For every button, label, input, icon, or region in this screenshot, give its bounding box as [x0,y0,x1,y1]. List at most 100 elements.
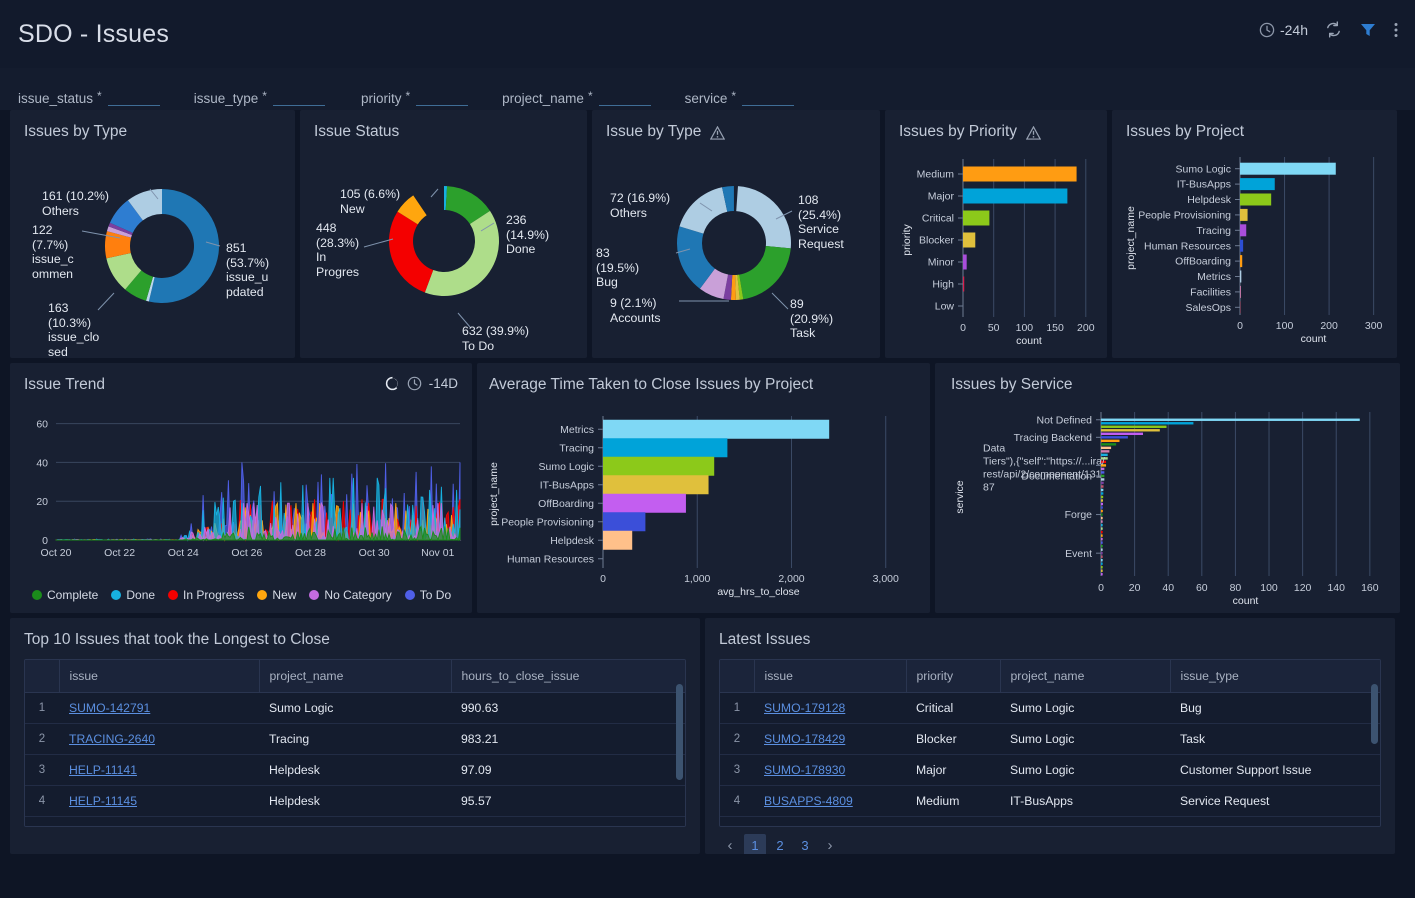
svg-text:Medium: Medium [917,169,955,181]
filter-issue-status[interactable]: issue_status * [18,76,160,106]
filter-service[interactable]: service * [685,76,794,106]
pagination-page-3[interactable]: 3 [794,834,816,854]
barchart-avg-time-to-close[interactable]: 01,0002,0003,000MetricsTracingSumo Logic… [477,394,930,613]
warning-icon[interactable] [710,126,725,140]
cell-issue[interactable]: HELP-11141 [59,755,259,786]
col-issue-type[interactable]: issue_type [1170,660,1380,693]
col-index[interactable] [720,660,754,693]
cell-issue[interactable]: SUMO-178429 [754,724,906,755]
filter-input-issue-type[interactable] [273,88,325,106]
issue-link[interactable]: HELP-11141 [69,763,137,777]
areachart-issue-trend[interactable]: 0204060Oct 20Oct 22Oct 24Oct 26Oct 28Oct… [10,394,472,610]
svg-text:Oct 22: Oct 22 [104,547,135,559]
cell-hours-to-close: 983.21 [451,724,685,755]
more-vertical-icon[interactable] [1393,21,1399,39]
issue-link[interactable]: SUMO-178429 [764,732,845,746]
svg-text:Oct 24: Oct 24 [168,547,199,559]
svg-text:Tiers"),{"self":"https://...ir: Tiers"),{"self":"https://...ira/ [983,455,1105,467]
svg-text:Tracing: Tracing [559,442,594,454]
pagination-page-1[interactable]: 1 [744,834,766,854]
filter-project-name[interactable]: project_name * [502,76,650,106]
table-row[interactable]: 2SUMO-178429BlockerSumo LogicTask [720,724,1380,755]
table-row[interactable]: 5SUMO-178609MajorSumo LogicBug [720,817,1380,828]
cell-issue[interactable]: BUSAPPS-4809 [754,786,906,817]
col-project-name[interactable]: project_name [259,660,451,693]
legend-color-dot [168,590,178,600]
cell-project-name: Sumo Logic [1000,755,1170,786]
svg-text:120: 120 [1294,582,1312,594]
col-priority[interactable]: priority [906,660,1000,693]
table-row[interactable]: 4BUSAPPS-4809MediumIT-BusAppsService Req… [720,786,1380,817]
warning-icon[interactable] [1026,126,1041,140]
barchart-issues-by-project[interactable]: 0100200300Sumo LogicIT-BusAppsHelpdeskPe… [1112,141,1397,358]
filter-icon[interactable] [1359,21,1377,39]
cell-issue[interactable]: SUMO-142791 [59,693,259,724]
barchart-issues-by-service[interactable]: 020406080100120140160Not DefinedTracing … [935,394,1400,613]
donut-issue-by-type-2[interactable]: 72 (16.9%) Others 83 (19.5%) Bug 9 (2.1%… [592,141,880,355]
table-row[interactable]: 5BUSAPPS-4414IT-BusApps935.51 [25,817,685,828]
pagination-next[interactable]: › [819,834,841,854]
table-row[interactable]: 1SUMO-179128CriticalSumo LogicBug [720,693,1380,724]
cell-hours-to-close: 990.63 [451,693,685,724]
donut-issue-status[interactable]: 105 (6.6%) New 448 (28.3%) In Progres 23… [300,141,587,355]
cell-project-name: IT-BusApps [259,817,451,828]
issue-link[interactable]: SUMO-178609 [764,825,845,827]
legend-color-dot [257,590,267,600]
legend-item[interactable]: Complete [32,588,98,602]
col-index[interactable] [25,660,59,693]
pagination-page-2[interactable]: 2 [769,834,791,854]
issue-link[interactable]: TRACING-2640 [69,732,155,746]
cell-issue[interactable]: SUMO-179128 [754,693,906,724]
col-project-name[interactable]: project_name [1000,660,1170,693]
cell-issue[interactable]: TRACING-2640 [59,724,259,755]
filter-issue-type[interactable]: issue_type * [194,76,325,106]
table-row[interactable]: 1SUMO-142791Sumo Logic990.63 [25,693,685,724]
refresh-icon[interactable] [1324,20,1343,39]
col-issue[interactable]: issue [754,660,906,693]
table-scrollbar[interactable] [1371,684,1378,744]
time-range-button[interactable]: -24h [1259,22,1308,38]
filter-priority[interactable]: priority * [361,76,468,106]
donut-issues-by-type[interactable]: 161 (10.2%) Others 122 (7.7%) issue_c om… [10,141,295,355]
cell-issue[interactable]: SUMO-178609 [754,817,906,828]
issue-link[interactable]: SUMO-179128 [764,701,845,715]
legend-item[interactable]: Done [111,588,155,602]
issue-link[interactable]: BUSAPPS-4809 [764,794,853,808]
svg-text:0: 0 [1098,582,1104,594]
svg-text:service: service [954,480,966,513]
legend-label: Complete [47,588,98,602]
svg-text:priority: priority [901,224,913,256]
donut-label-in-progress: 448 (28.3%) In Progres [316,221,359,279]
issue-trend-legend: Complete Done In Progress New No Category To … [32,588,451,602]
filter-input-project-name[interactable] [599,88,651,106]
issue-link[interactable]: HELP-11145 [69,794,137,808]
col-issue[interactable]: issue [59,660,259,693]
legend-item[interactable]: No Category [309,588,391,602]
issue-link[interactable]: SUMO-142791 [69,701,150,715]
pagination-prev[interactable]: ‹ [719,834,741,854]
clock-icon[interactable] [407,376,422,391]
table-row[interactable]: 3HELP-11141Helpdesk97.09 [25,755,685,786]
table-row[interactable]: 2TRACING-2640Tracing983.21 [25,724,685,755]
issue-link[interactable]: BUSAPPS-4414 [69,825,158,827]
table-header-row: issue project_name hours_to_close_issue [25,660,685,693]
col-hours-to-close[interactable]: hours_to_close_issue [451,660,685,693]
donut-label-done: 236 (14.9%) Done [506,213,549,257]
legend-item[interactable]: To Do [405,588,451,602]
table-row[interactable]: 4HELP-11145Helpdesk95.57 [25,786,685,817]
filter-input-priority[interactable] [416,88,468,106]
svg-text:Minor: Minor [928,257,955,269]
donut-label-bug: 83 (19.5%) Bug [596,246,639,290]
filter-input-service[interactable] [742,88,794,106]
table-scrollbar[interactable] [676,684,683,780]
filter-input-issue-status[interactable] [108,88,160,106]
table-row[interactable]: 3SUMO-178930MajorSumo LogicCustomer Supp… [720,755,1380,786]
issue-link[interactable]: SUMO-178930 [764,763,845,777]
barchart-issues-by-priority[interactable]: 050100150200MediumMajorCriticalBlockerMi… [885,141,1107,358]
cell-issue[interactable]: HELP-11145 [59,786,259,817]
cell-issue[interactable]: SUMO-178930 [754,755,906,786]
legend-item[interactable]: New [257,588,296,602]
legend-item[interactable]: In Progress [168,588,244,602]
cell-issue[interactable]: BUSAPPS-4414 [59,817,259,828]
panel-issues-by-priority: Issues by Priority 050100150200MediumMaj… [885,110,1107,358]
